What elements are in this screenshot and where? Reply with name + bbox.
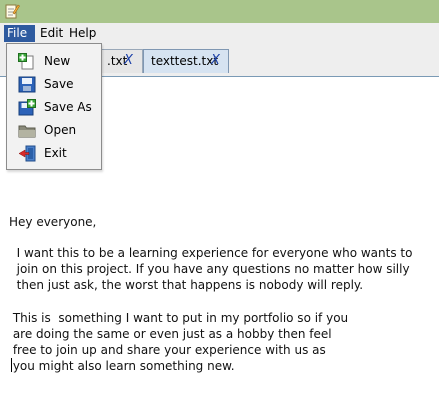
menu-label-save-as: Save As: [44, 100, 92, 114]
file-menu-open[interactable]: Open: [7, 119, 101, 142]
tab-close-icon[interactable]: X: [211, 50, 220, 72]
menu-label-save: Save: [44, 77, 74, 91]
menu-bar: File Edit Help: [0, 23, 439, 44]
file-menu-new[interactable]: New: [7, 50, 101, 73]
editor-paragraph: This is something I want to put in my po…: [12, 311, 349, 373]
menu-label-exit: Exit: [44, 146, 67, 160]
file-menu-dropdown: New Save Save As Open Exit: [6, 43, 102, 170]
exit-door-icon: [18, 145, 36, 162]
title-bar: [0, 0, 439, 23]
folder-icon: [18, 125, 36, 138]
file-menu-save[interactable]: Save: [7, 73, 101, 96]
file-menu-exit[interactable]: Exit: [7, 142, 101, 165]
menu-edit[interactable]: Edit: [37, 25, 65, 42]
tab-label: texttest.txt: [151, 54, 219, 68]
menu-help[interactable]: Help: [66, 25, 100, 42]
new-document-icon: [18, 53, 34, 70]
file-menu-save-as[interactable]: Save As: [7, 96, 101, 119]
save-icon: [18, 76, 36, 93]
save-as-icon: [18, 99, 36, 116]
editor-paragraph: I want this to be a learning experience …: [16, 246, 413, 292]
editor-paragraph: Hey everyone,: [9, 215, 97, 229]
menu-file[interactable]: File: [4, 25, 35, 42]
menu-label-open: Open: [44, 123, 77, 137]
tab-document-1[interactable]: .txt X: [100, 49, 143, 73]
notepad-icon[interactable]: [4, 3, 20, 19]
tab-texttest[interactable]: texttest.txt X: [143, 49, 229, 73]
menu-label-new: New: [44, 54, 71, 68]
tab-close-icon[interactable]: X: [124, 50, 133, 72]
text-caret: [11, 358, 12, 372]
